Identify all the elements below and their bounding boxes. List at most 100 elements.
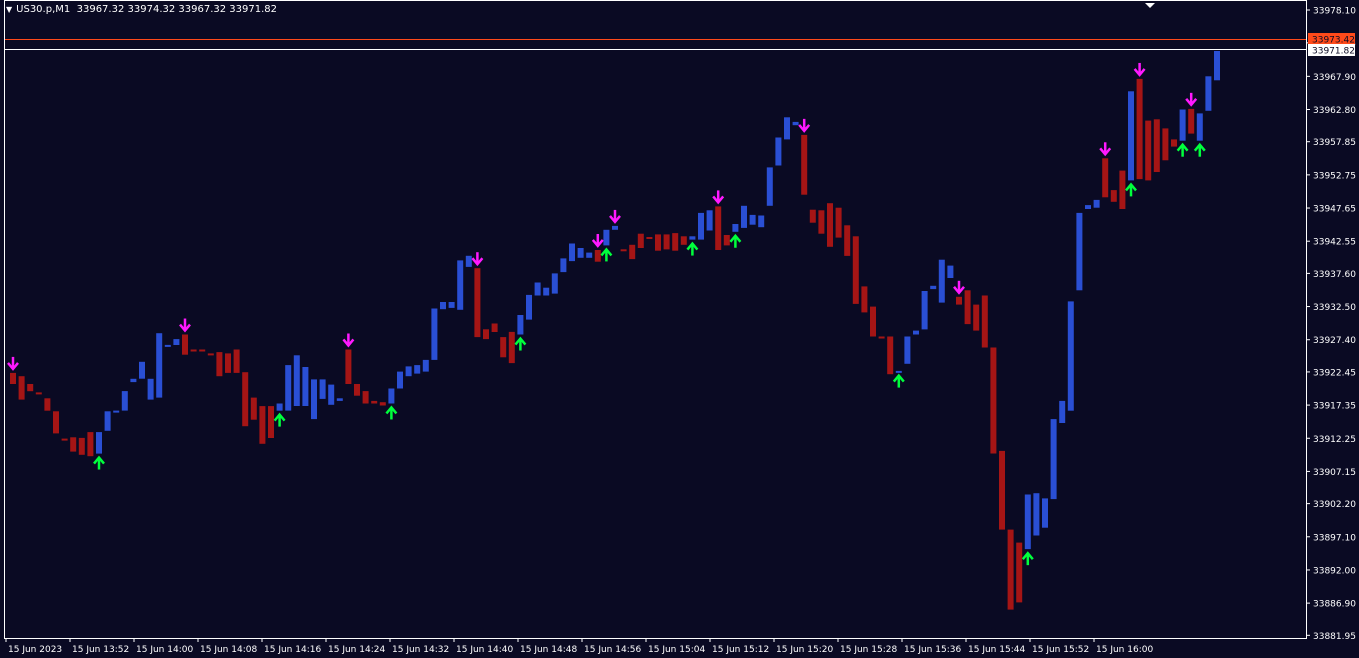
price-bar [1059, 400, 1066, 423]
price-bar [268, 406, 274, 438]
price-bar [560, 258, 567, 273]
y-tick-label: 33881.95 [1313, 632, 1356, 642]
price-bar [689, 236, 696, 240]
price-bar [182, 334, 188, 355]
x-tick-label: 15 Jun 16:00 [1096, 645, 1153, 655]
y-tick-label: 33967.90 [1313, 73, 1356, 83]
price-bar [715, 206, 722, 250]
price-bar [1007, 529, 1014, 610]
x-tick-label: 15 Jun 14:24 [328, 645, 385, 655]
price-bar [78, 437, 85, 455]
price-bar [904, 336, 911, 364]
price-bar [1128, 91, 1134, 181]
price-bar [1153, 119, 1160, 172]
y-tick-label: 33892.00 [1313, 566, 1356, 576]
price-bar [457, 260, 464, 310]
price-bar [431, 308, 438, 360]
price-chart[interactable]: 33978.1033973.0533967.9033962.8033957.85… [0, 0, 1359, 658]
price-bar [379, 402, 386, 406]
price-bar [1119, 170, 1126, 209]
price-bar [328, 384, 335, 405]
price-bar [801, 134, 808, 195]
price-bar [637, 233, 644, 248]
price-bar [844, 225, 851, 256]
price-bar [526, 294, 532, 320]
price-bar [569, 243, 575, 262]
x-tick-label: 15 Jun 15:04 [648, 645, 705, 655]
price-bar [216, 352, 223, 377]
y-tick-label: 33922.45 [1313, 368, 1356, 378]
price-bar [259, 406, 266, 444]
symbol-header: ▼ US30.p,M1 33967.32 33974.32 33967.32 33… [6, 4, 277, 15]
price-bar [732, 224, 739, 232]
x-tick-label: 15 Jun 14:48 [520, 645, 577, 655]
x-tick-label: 15 Jun 15:36 [904, 645, 961, 655]
price-bar [543, 287, 550, 296]
price-bar [594, 250, 601, 262]
y-tick-label: 33937.60 [1313, 270, 1356, 280]
price-bar [1093, 199, 1100, 208]
y-tick-label: 33962.80 [1313, 106, 1356, 116]
price-bar [577, 248, 584, 258]
price-bar [551, 273, 558, 294]
price-bar [1076, 212, 1083, 291]
x-tick-label: 15 Jun 15:20 [776, 645, 833, 655]
price-bar [53, 411, 59, 434]
price-bar [603, 229, 610, 246]
price-bar [44, 398, 51, 411]
price-bar [345, 349, 352, 384]
price-bar [164, 344, 171, 347]
y-tick-label: 33897.10 [1313, 533, 1356, 543]
y-tick-label: 33942.55 [1313, 238, 1356, 248]
price-bar [491, 323, 498, 332]
price-bar [354, 384, 360, 396]
price-bar [319, 379, 326, 399]
price-bar [508, 331, 515, 364]
price-bar [827, 203, 833, 247]
price-bar [895, 370, 902, 373]
price-bar [784, 117, 790, 140]
price-bar [1145, 120, 1152, 181]
y-tick-label: 33957.85 [1313, 138, 1356, 148]
price-bar [534, 282, 541, 296]
price-bar [698, 212, 704, 240]
price-bar [741, 205, 747, 228]
price-bar [706, 210, 713, 231]
price-bar [663, 234, 670, 250]
price-bar [440, 302, 446, 310]
price-bar [147, 378, 154, 400]
triangle-down-icon[interactable]: ▼ [6, 5, 12, 14]
y-tick-label: 33927.40 [1313, 336, 1356, 346]
ask-price-tag: 33973.42 [1308, 33, 1355, 46]
price-bar [70, 437, 77, 452]
y-tick-label: 33932.50 [1313, 303, 1356, 313]
price-bar [1067, 301, 1074, 411]
price-bar [276, 403, 283, 411]
y-tick-label: 33907.15 [1313, 468, 1356, 478]
price-bar [173, 339, 180, 345]
price-bar [930, 285, 937, 290]
price-bar [672, 233, 679, 251]
x-tick-label: 15 Jun 14:40 [456, 645, 513, 655]
price-bar [225, 353, 231, 373]
y-tick-label: 33917.35 [1313, 402, 1356, 412]
y-tick-label: 33978.10 [1313, 7, 1356, 17]
price-bar [629, 244, 636, 260]
price-bar [887, 336, 894, 375]
price-bar [190, 349, 197, 352]
price-bar [1171, 139, 1177, 147]
price-bar [483, 329, 489, 340]
x-tick-label: 15 Jun 15:44 [968, 645, 1025, 655]
price-bar [27, 384, 34, 392]
price-bar [655, 234, 661, 251]
price-bar [990, 347, 997, 454]
price-bar [61, 438, 68, 441]
price-bar [1042, 498, 1048, 528]
x-tick-label: 15 Jun 14:56 [584, 645, 641, 655]
x-tick-label: 15 Jun 15:28 [840, 645, 897, 655]
price-bar [130, 378, 137, 383]
symbol-label: US30.p,M1 [16, 4, 71, 15]
price-bar [250, 397, 257, 420]
price-bar [18, 376, 25, 400]
price-bar [422, 359, 429, 372]
